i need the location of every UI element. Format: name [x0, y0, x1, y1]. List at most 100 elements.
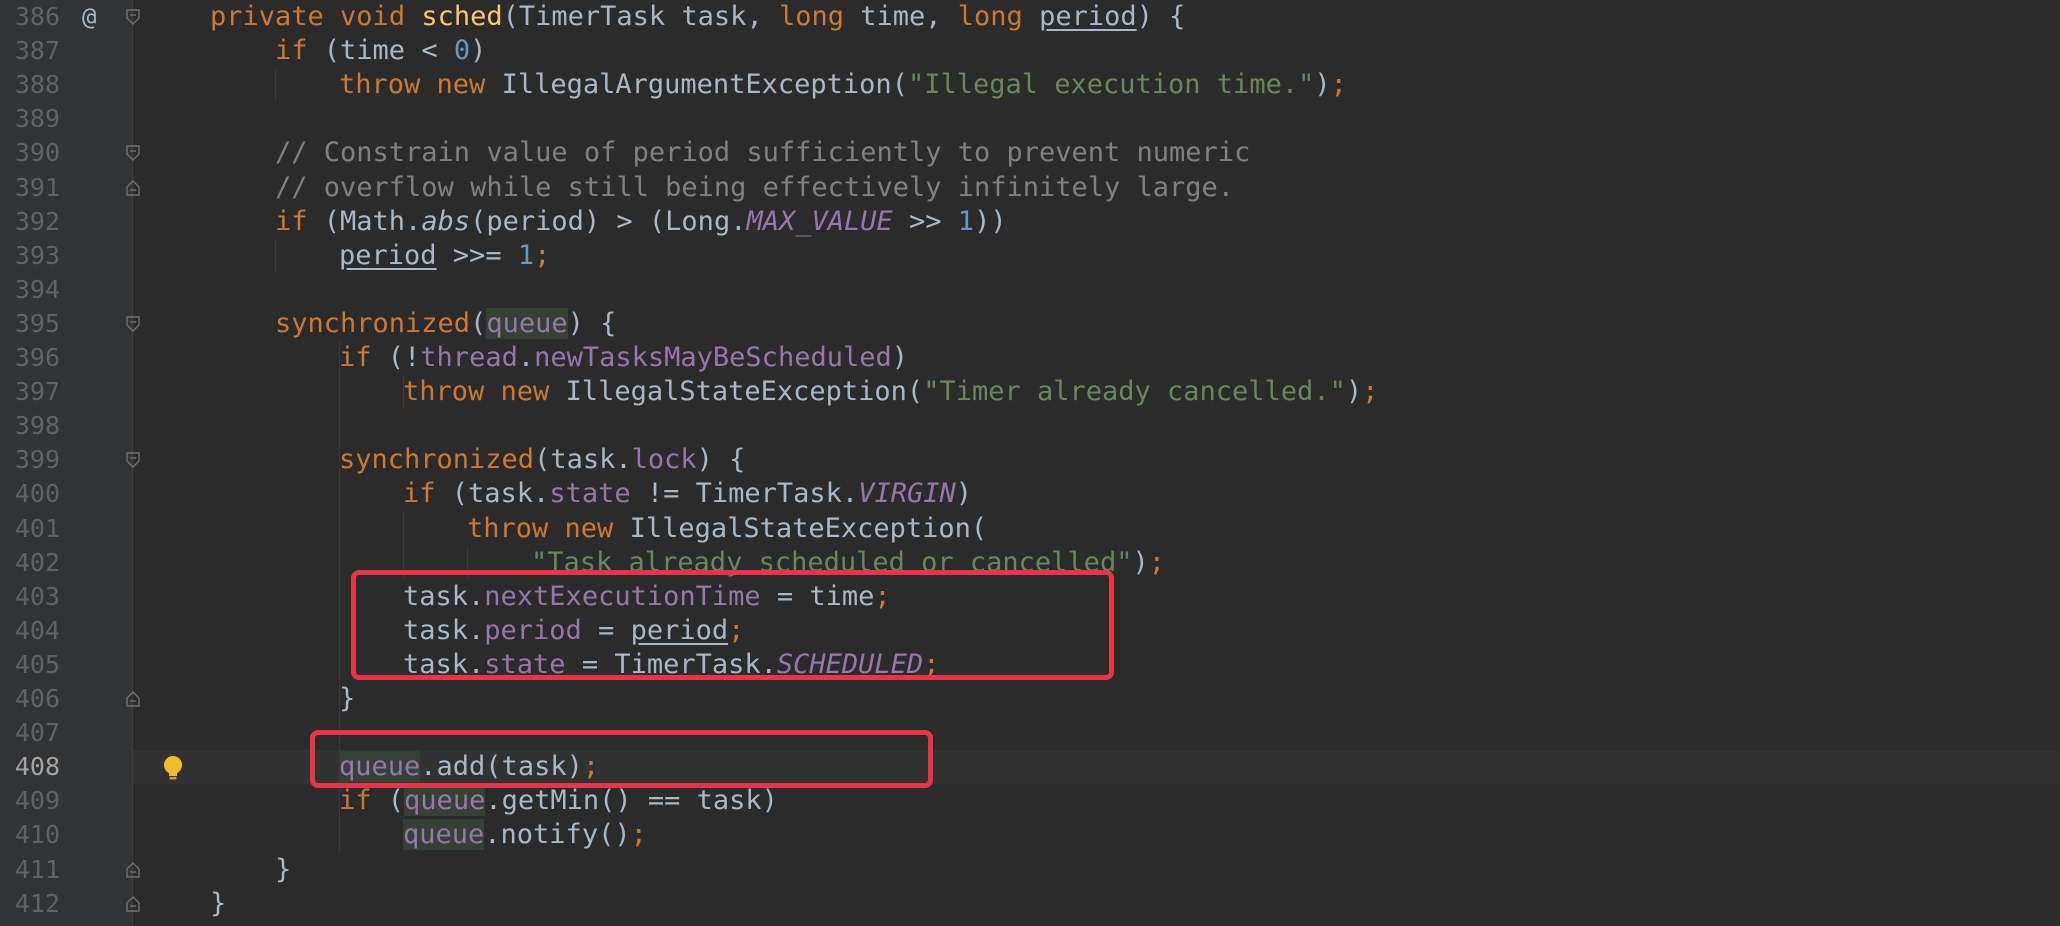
- line-number[interactable]: 413: [0, 921, 60, 926]
- line-number[interactable]: 396: [0, 341, 60, 375]
- line-number[interactable]: 406: [0, 682, 60, 716]
- code-line-background: [133, 273, 2060, 307]
- code-line-392[interactable]: 392 if (Math.abs(period) > (Long.MAX_VALU…: [0, 205, 2060, 239]
- token-field-ref-queue: queue: [486, 307, 568, 339]
- line-number[interactable]: 390: [0, 136, 60, 170]
- line-number[interactable]: 389: [0, 102, 60, 136]
- token-keyword: ;: [1148, 546, 1165, 578]
- token-number-literal: 1: [517, 239, 535, 271]
- code-line-399[interactable]: 399 synchronized(task.lock) {: [0, 443, 2060, 477]
- line-number[interactable]: 409: [0, 784, 60, 818]
- fold-open-icon[interactable]: [125, 452, 141, 469]
- code-line-387[interactable]: 387 if (time < 0): [0, 34, 2060, 68]
- line-number[interactable]: 408: [0, 750, 60, 784]
- line-number[interactable]: 393: [0, 239, 60, 273]
- fold-open-icon[interactable]: [125, 316, 141, 332]
- token-keyword: long: [778, 1, 861, 32]
- code-line-409[interactable]: 409 if (queue.getMin() == task): [0, 784, 2060, 818]
- line-number[interactable]: 410: [0, 818, 60, 852]
- override-marker-icon[interactable]: @: [82, 0, 96, 34]
- highlight-box-queue-add: [310, 730, 933, 788]
- fold-open-icon[interactable]: [125, 145, 141, 162]
- token-keyword: ;: [534, 239, 551, 271]
- token-code-text: time,: [860, 1, 958, 32]
- code-line-background: [133, 512, 2060, 546]
- line-number[interactable]: 400: [0, 477, 60, 511]
- line-number[interactable]: 395: [0, 307, 60, 341]
- line-number[interactable]: 388: [0, 68, 60, 102]
- code-line-396[interactable]: 396 if (!thread.newTasksMayBeScheduled): [0, 341, 2060, 375]
- line-number[interactable]: 398: [0, 409, 60, 443]
- code-line-390[interactable]: 390 // Constrain value of period sufficie…: [0, 136, 2060, 170]
- code-line-391[interactable]: 391 // overflow while still being effecti…: [0, 171, 2060, 205]
- code-editor[interactable]: 386 @ private void sched(TimerTask task, l…: [0, 0, 2060, 926]
- token-field-ref: newTasksMayBeScheduled: [534, 342, 892, 373]
- token-number-literal: 0: [453, 35, 471, 67]
- token-code-text: .notify(): [484, 819, 631, 851]
- fold-close-icon[interactable]: [125, 691, 141, 707]
- token-keyword: ;: [1330, 69, 1347, 101]
- line-number[interactable]: 387: [0, 34, 60, 68]
- line-number[interactable]: 412: [0, 887, 60, 921]
- token-code-text: ) {: [1136, 1, 1186, 32]
- line-number[interactable]: 397: [0, 375, 60, 409]
- code-line-388[interactable]: 388 throw new IllegalArgumentException("I…: [0, 68, 2060, 102]
- token-code-text: >>: [892, 205, 958, 237]
- token-code-text: (: [470, 307, 487, 339]
- code-line-background: [133, 102, 2060, 136]
- token-keyword: if: [403, 478, 452, 510]
- line-number[interactable]: 394: [0, 273, 60, 307]
- token-code-text: (time <: [323, 35, 454, 67]
- code-line-386[interactable]: 386 @ private void sched(TimerTask task, l…: [0, 0, 2060, 34]
- code-line-413[interactable]: 413: [0, 921, 2060, 926]
- token-field-ref: state: [549, 478, 631, 510]
- token-code-text: ): [891, 342, 908, 373]
- token-code-text: (: [387, 785, 405, 817]
- fold-close-icon[interactable]: [125, 179, 141, 196]
- code-text-line: queue.notify();: [403, 818, 647, 852]
- line-number[interactable]: 403: [0, 580, 60, 614]
- code-line-401[interactable]: 401 throw new IllegalStateException(: [0, 512, 2060, 546]
- code-line-400[interactable]: 400 if (task.state != TimerTask.VIRGIN): [0, 477, 2060, 511]
- code-line-410[interactable]: 410 queue.notify();: [0, 818, 2060, 852]
- line-number[interactable]: 407: [0, 716, 60, 750]
- code-line-background: [133, 887, 2060, 921]
- code-line-389[interactable]: 389: [0, 102, 2060, 136]
- code-line-398[interactable]: 398: [0, 409, 2060, 443]
- line-number[interactable]: 404: [0, 614, 60, 648]
- code-text-line: if (task.state != TimerTask.VIRGIN): [403, 477, 972, 511]
- line-number[interactable]: 391: [0, 171, 60, 205]
- code-line-408[interactable]: 408 queue.add(task);: [0, 750, 2060, 785]
- token-code-text: ) {: [696, 444, 746, 476]
- token-code-text: IllegalArgumentException(: [501, 69, 908, 101]
- line-number[interactable]: 401: [0, 512, 60, 546]
- line-number[interactable]: 411: [0, 853, 60, 887]
- token-keyword: private: [210, 1, 341, 32]
- code-line-393[interactable]: 393 period >>= 1;: [0, 239, 2060, 273]
- code-line-406[interactable]: 406}: [0, 682, 2060, 716]
- lightbulb-intention-icon[interactable]: [160, 754, 186, 782]
- line-number[interactable]: 405: [0, 648, 60, 682]
- line-number[interactable]: 399: [0, 443, 60, 477]
- line-number[interactable]: 402: [0, 546, 60, 580]
- code-line-394[interactable]: 394: [0, 273, 2060, 307]
- fold-close-icon[interactable]: [125, 861, 141, 878]
- code-text-line: throw new IllegalStateException(: [467, 512, 987, 546]
- token-code-text: }: [210, 887, 227, 919]
- code-line-412[interactable]: 412}: [0, 887, 2060, 921]
- line-number[interactable]: 386: [0, 0, 60, 34]
- token-param-ref: period: [339, 239, 437, 271]
- code-line-395[interactable]: 395 synchronized(queue) {: [0, 307, 2060, 341]
- token-code-text: (period) > (Long.: [470, 205, 747, 237]
- indent-guide: [403, 375, 404, 410]
- code-line-407[interactable]: 407: [0, 716, 2060, 750]
- token-keyword: ;: [630, 819, 647, 851]
- token-keyword: if: [275, 205, 324, 237]
- code-line-411[interactable]: 411}: [0, 853, 2060, 887]
- line-number[interactable]: 392: [0, 205, 60, 239]
- code-line-397[interactable]: 397 throw new IllegalStateException("Time…: [0, 375, 2060, 409]
- token-keyword: ;: [1362, 376, 1379, 408]
- fold-close-icon[interactable]: [125, 895, 141, 912]
- fold-open-icon[interactable]: [125, 9, 141, 25]
- code-text-line: // overflow while still being effectivel…: [275, 171, 1234, 205]
